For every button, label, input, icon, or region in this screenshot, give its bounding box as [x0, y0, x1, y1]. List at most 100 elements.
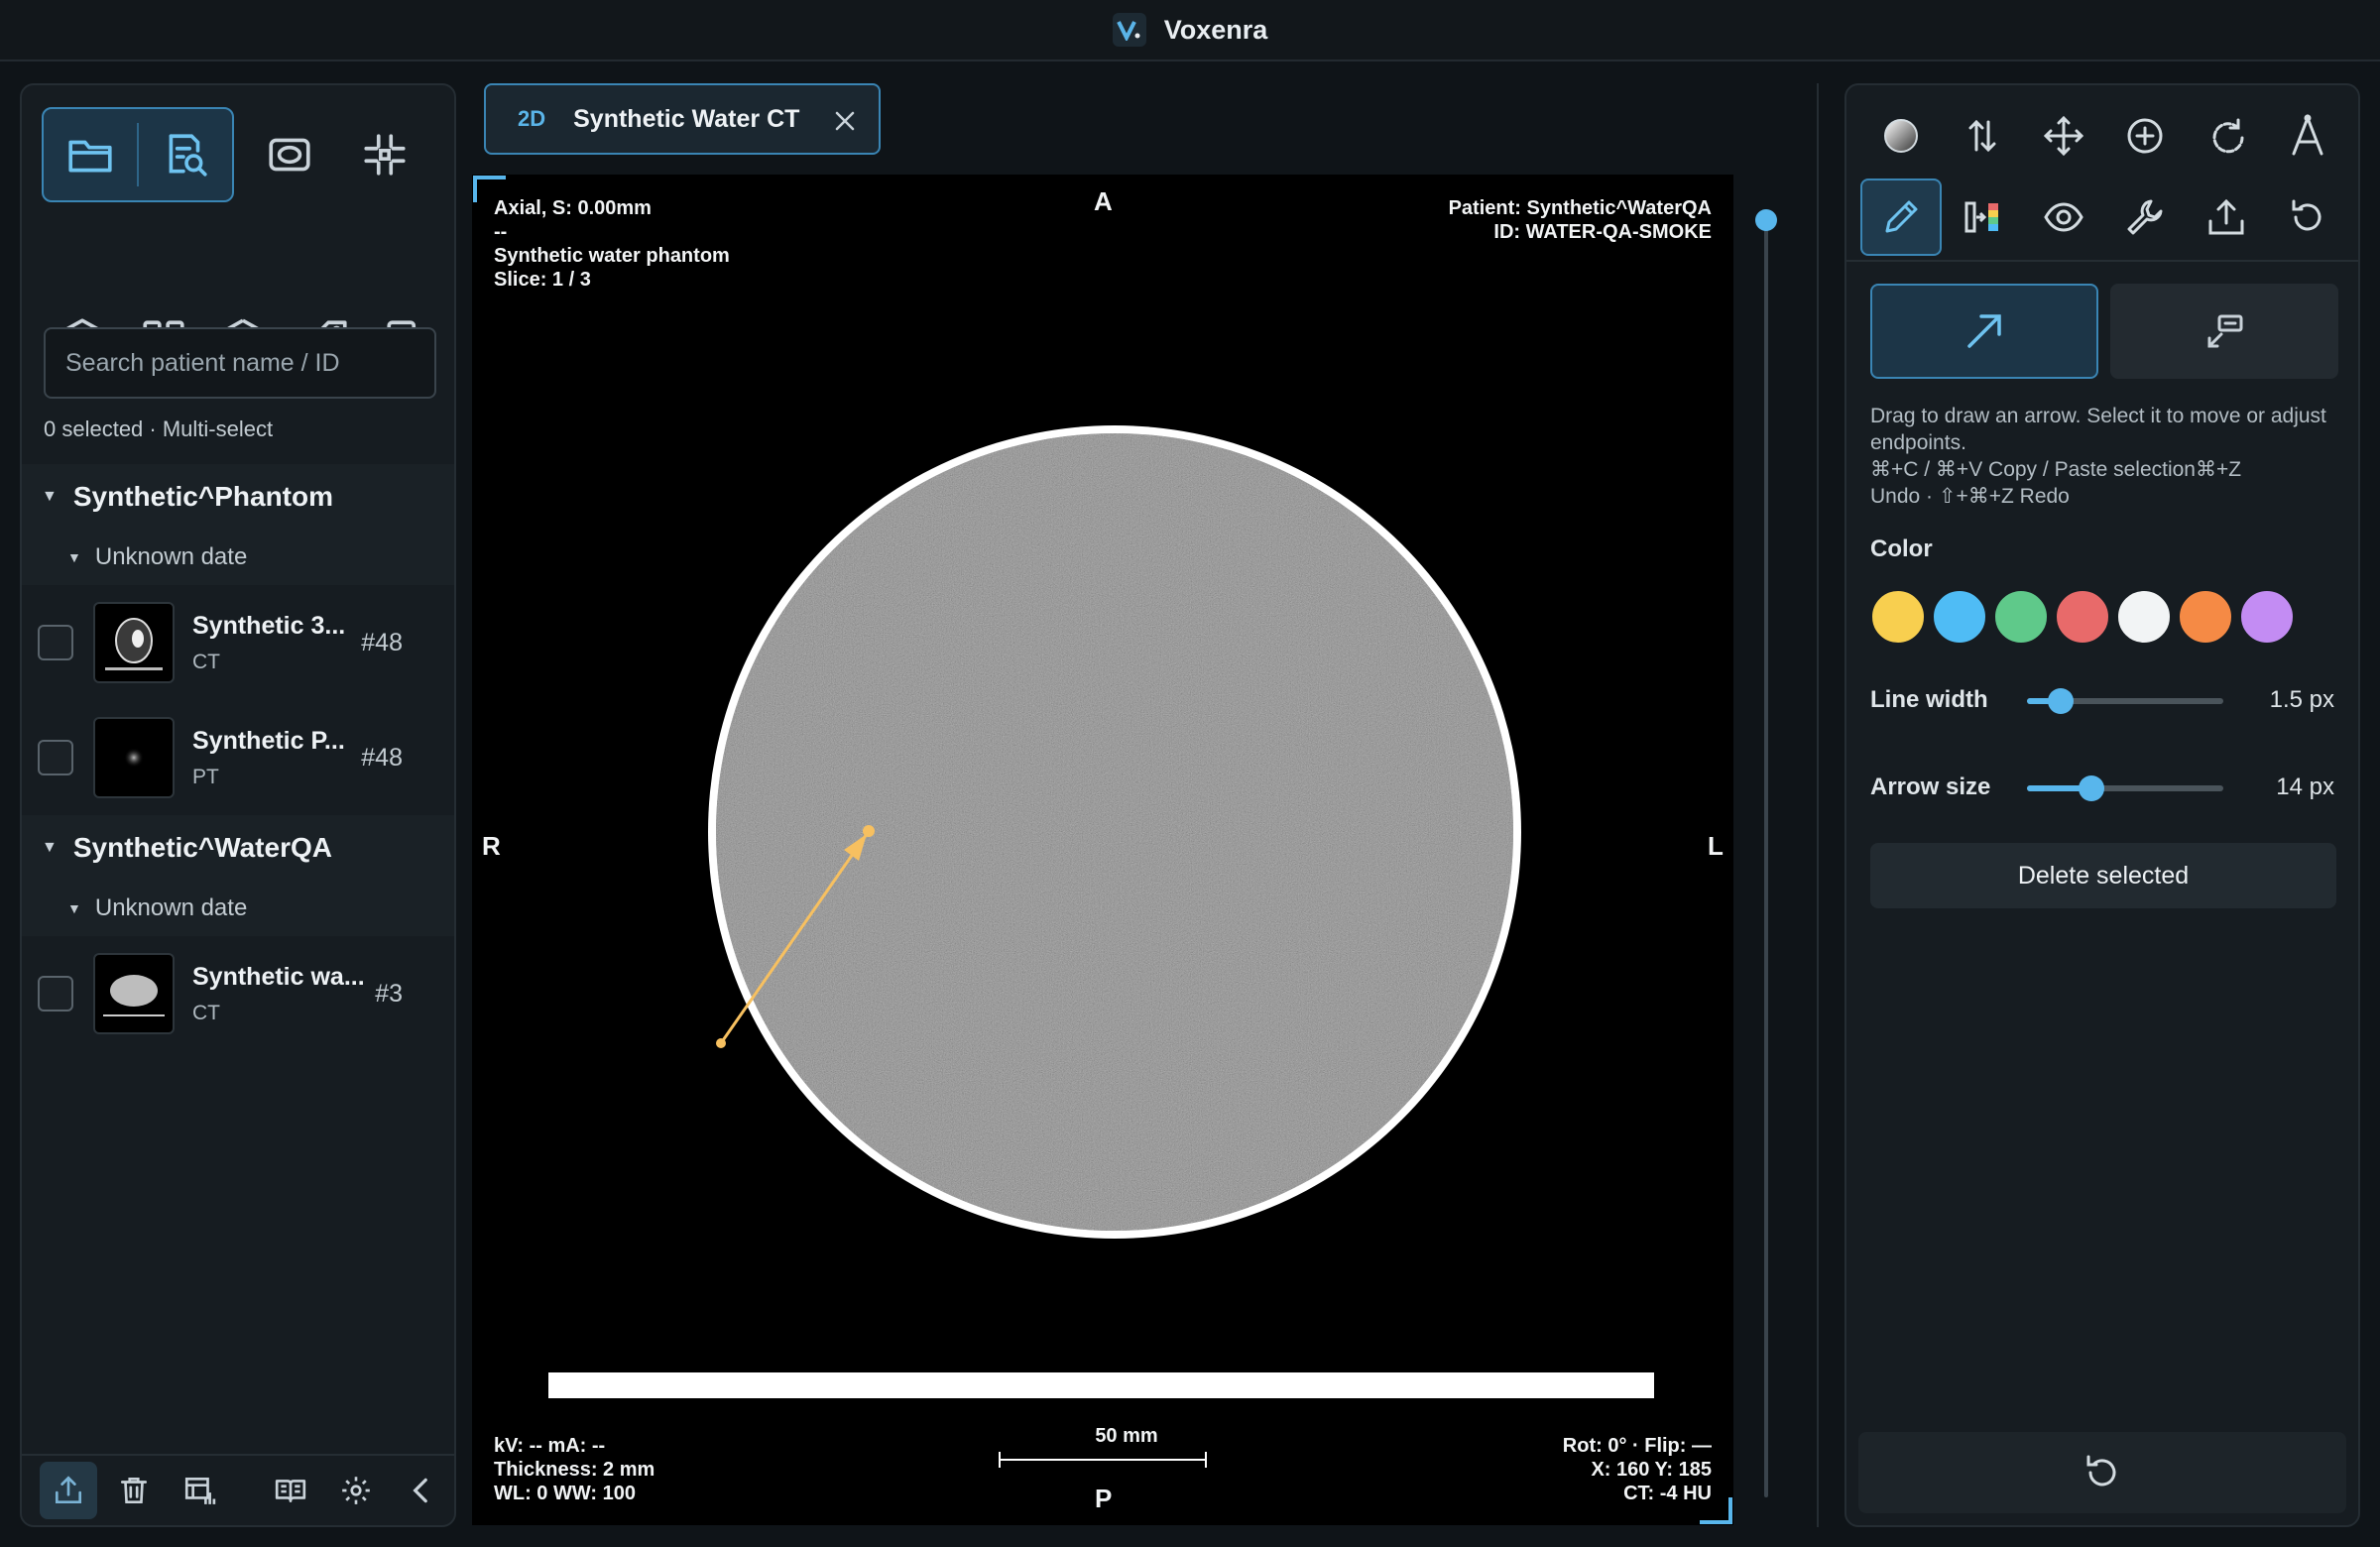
search-input[interactable]	[44, 327, 436, 399]
open-folder-icon[interactable]	[44, 109, 137, 200]
overlay-kv-ma: kV: -- mA: --	[494, 1435, 606, 1457]
text-annotation-icon[interactable]	[2267, 97, 2348, 175]
app-title: Voxenra	[1163, 14, 1268, 45]
viewer-tab[interactable]: 2D Synthetic Water CT	[484, 83, 881, 155]
help-line: ⌘+C / ⌘+V Copy / Paste selection⌘+Z	[1870, 458, 2242, 481]
series-count: #48	[361, 628, 403, 656]
overlay-slice: Slice: 1 / 3	[494, 269, 591, 291]
overlay-top-left: Axial, S: 0.00mm -- Synthetic water phan…	[494, 196, 730, 292]
callout-tool-button[interactable]	[2110, 284, 2338, 379]
image-viewport[interactable]: Axial, S: 0.00mm -- Synthetic water phan…	[472, 175, 1733, 1525]
arrow-size-value: 14 px	[2276, 774, 2334, 800]
scale-bar-label: 50 mm	[1095, 1425, 1158, 1447]
arrow-size-knob[interactable]	[2079, 775, 2105, 801]
pan-move-icon[interactable]	[2023, 97, 2104, 175]
color-swatch-6[interactable]	[2239, 589, 2295, 645]
series-count: #3	[375, 979, 403, 1008]
overlay-bottom-right: Rot: 0° · Flip: — X: 160 Y: 185 CT: -4 H…	[1563, 1434, 1712, 1505]
color-swatch-1[interactable]	[1932, 589, 1987, 645]
tool-help-text: Drag to draw an arrow. Select it to move…	[1870, 403, 2336, 510]
slice-slider-knob[interactable]	[1755, 209, 1777, 231]
overlay-bottom-left: kV: -- mA: -- Thickness: 2 mm WL: 0 WW: …	[494, 1434, 654, 1505]
rotate-icon[interactable]	[2186, 97, 2267, 175]
series-count: #48	[361, 743, 403, 772]
selection-info: 0 selected · Multi-select	[44, 416, 274, 441]
series-modality: CT	[192, 1001, 220, 1024]
series-stats-icon[interactable]	[171, 1462, 228, 1519]
orientation-left: R	[482, 831, 501, 861]
color-swatch-0[interactable]	[1870, 589, 1926, 645]
scroll-slices-icon[interactable]	[1942, 97, 2023, 175]
line-width-value: 1.5 px	[2269, 686, 2334, 713]
trash-icon[interactable]	[105, 1462, 163, 1519]
series-checkbox[interactable]	[38, 740, 73, 775]
orientation-bottom: P	[1095, 1484, 1113, 1513]
reset-view-icon[interactable]	[2267, 178, 2348, 256]
overlay-rotation: Rot: 0° · Flip: —	[1562, 1435, 1712, 1457]
series-checkbox[interactable]	[38, 625, 73, 660]
caret-down-icon: ▼	[42, 488, 58, 505]
caret-down-icon: ▼	[67, 549, 81, 565]
arrow-size-label: Arrow size	[1870, 774, 1991, 800]
book-icon[interactable]	[262, 1462, 319, 1519]
app-logo	[1112, 13, 1146, 47]
patient-name: Synthetic^Phantom	[72, 481, 334, 512]
colormap-icon[interactable]	[1942, 178, 2023, 256]
tools-panel: Drag to draw an arrow. Select it to move…	[1844, 83, 2360, 1527]
overlay-description: Synthetic water phantom	[494, 245, 730, 267]
color-label: Color	[1870, 536, 1933, 562]
line-width-label: Line width	[1870, 686, 1988, 713]
caret-down-icon: ▼	[42, 839, 58, 856]
tab-title: Synthetic Water CT	[573, 104, 800, 133]
study-date-row[interactable]: ▼ Unknown date	[22, 881, 454, 936]
patient-group-header[interactable]: ▼ Synthetic^Phantom	[22, 464, 454, 530]
color-swatch-3[interactable]	[2055, 589, 2110, 645]
overlay-cursor-xy: X: 160 Y: 185	[1591, 1459, 1712, 1481]
study-date-row[interactable]: ▼ Unknown date	[22, 530, 454, 585]
scale-bar	[999, 1452, 1207, 1468]
color-swatch-5[interactable]	[2178, 589, 2233, 645]
patient-group-header[interactable]: ▼ Synthetic^WaterQA	[22, 815, 454, 881]
screen-view-icon[interactable]	[242, 107, 337, 202]
zoom-in-icon[interactable]	[2104, 97, 2186, 175]
visibility-eye-icon[interactable]	[2023, 178, 2104, 256]
line-width-knob[interactable]	[2047, 688, 2074, 714]
wrench-icon[interactable]	[2104, 178, 2186, 256]
ct-image[interactable]	[472, 175, 1733, 1525]
crop-layout-icon[interactable]	[337, 107, 432, 202]
arrow-tool-button[interactable]	[1870, 284, 2098, 379]
color-swatch-4[interactable]	[2116, 589, 2172, 645]
export-icon[interactable]	[40, 1462, 97, 1519]
series-row[interactable]: Synthetic 3... CT #48	[22, 585, 454, 700]
help-line: Drag to draw an arrow. Select it to move…	[1870, 405, 2326, 454]
overlay-top-right: Patient: Synthetic^WaterQA ID: WATER-QA-…	[1449, 196, 1712, 244]
orientation-right: L	[1708, 831, 1724, 861]
browser-tool-group	[42, 107, 234, 202]
series-modality: CT	[192, 650, 220, 673]
reset-icon	[2086, 1455, 2116, 1487]
orientation-top: A	[1094, 186, 1113, 216]
patient-list: ▼ Synthetic^Phantom ▼ Unknown date Synthet…	[22, 464, 454, 1051]
reset-tool-button[interactable]	[1858, 1432, 2346, 1513]
overlay-line: --	[494, 221, 508, 243]
share-export-icon[interactable]	[2186, 178, 2267, 256]
series-row[interactable]: Synthetic wa... CT #3	[22, 936, 454, 1051]
window-level-icon[interactable]	[1860, 97, 1942, 175]
panel-divider[interactable]	[1817, 83, 1819, 1527]
overlay-patient-id: ID: WATER-QA-SMOKE	[1493, 221, 1712, 243]
collapse-chevron-left-icon[interactable]	[393, 1462, 450, 1519]
series-checkbox[interactable]	[38, 976, 73, 1012]
study-search-icon[interactable]	[139, 109, 232, 200]
phantom-noise	[716, 433, 1513, 1231]
delete-selected-button[interactable]: Delete selected	[1870, 843, 2336, 908]
slice-slider[interactable]	[1755, 208, 1777, 1497]
caret-down-icon: ▼	[67, 900, 81, 916]
overlay-hu: CT: -4 HU	[1623, 1483, 1712, 1504]
title-bar: Voxenra	[0, 0, 2380, 61]
series-row[interactable]: Synthetic P... PT #48	[22, 700, 454, 815]
series-thumbnail	[93, 602, 175, 683]
settings-gear-icon[interactable]	[327, 1462, 385, 1519]
color-swatch-2[interactable]	[1993, 589, 2049, 645]
draw-pencil-icon[interactable]	[1860, 178, 1942, 256]
close-icon[interactable]	[831, 107, 859, 135]
